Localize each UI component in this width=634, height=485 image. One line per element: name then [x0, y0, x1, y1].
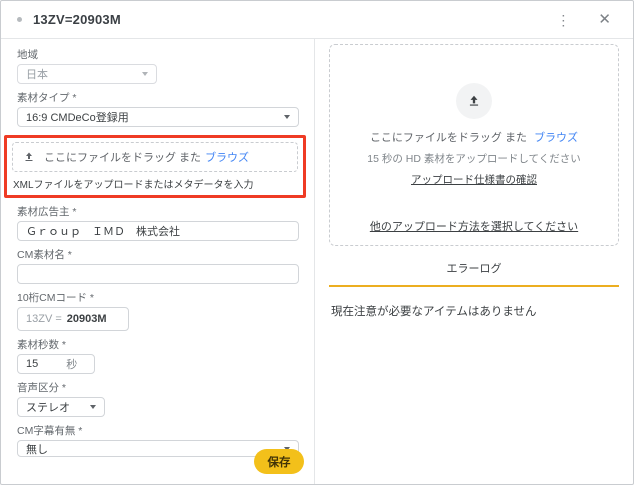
upload-icon — [467, 94, 481, 108]
xml-file-dropzone[interactable]: ここにファイルをドラッグ また ブラウズ — [12, 142, 298, 172]
region-select[interactable]: 日本 — [17, 64, 157, 84]
duration-input[interactable]: 15 秒 — [17, 354, 95, 374]
chevron-down-icon — [142, 72, 148, 76]
audio-value: ステレオ — [26, 399, 70, 415]
alt-upload-method-link[interactable]: 他のアップロード方法を選択してください — [370, 218, 578, 234]
media-upload-panel: ここにファイルをドラッグ また ブラウズ 15 秒の HD 素材をアップロードし… — [315, 39, 633, 485]
region-value: 日本 — [26, 66, 48, 82]
upload-icon — [23, 151, 35, 163]
field-advertiser: 素材広告主 * Ｇｒｏｕｐ ＩＭＤ 株式会社 — [17, 206, 298, 241]
material-type-label: 素材タイプ * — [17, 92, 298, 104]
close-icon[interactable]: ✕ — [592, 8, 617, 31]
media-browse-link[interactable]: ブラウズ — [534, 132, 578, 144]
media-file-dropzone[interactable]: ここにファイルをドラッグ また ブラウズ 15 秒の HD 素材をアップロードし… — [329, 44, 619, 246]
cm-name-input[interactable] — [17, 264, 299, 284]
advertiser-value: Ｇｒｏｕｐ ＩＭＤ 株式会社 — [26, 223, 180, 239]
cm-code-label: 10桁CMコード * — [17, 292, 298, 304]
advertiser-input[interactable]: Ｇｒｏｕｐ ＩＭＤ 株式会社 — [17, 221, 299, 241]
field-audio: 音声区分 * ステレオ — [17, 382, 298, 417]
material-type-select[interactable]: 16:9 CMDeCo登録用 — [17, 107, 299, 127]
dialog-body: 地域 日本 素材タイプ * 16:9 CMDeCo登録用 — [1, 39, 633, 485]
upload-circle — [456, 83, 492, 119]
xml-browse-link[interactable]: ブラウズ — [205, 149, 249, 165]
chevron-down-icon — [284, 115, 290, 119]
audio-select[interactable]: ステレオ — [17, 397, 105, 417]
xml-upload-highlight: ここにファイルをドラッグ また ブラウズ XMLファイルをアップロードまたはメタ… — [4, 135, 306, 198]
tab-error-log[interactable]: エラーログ — [329, 256, 619, 287]
field-duration: 素材秒数 * 15 秒 — [17, 339, 298, 374]
duration-value: 15 — [26, 358, 38, 370]
subtitle-label: CM字幕有無 * — [17, 425, 298, 437]
dialog-title: 13ZV=20903M — [33, 12, 121, 27]
metadata-form: 地域 日本 素材タイプ * 16:9 CMDeCo登録用 — [1, 39, 315, 485]
dialog-header: 13ZV=20903M ⋮ ✕ — [1, 1, 633, 39]
cm-code-value: 20903M — [67, 313, 107, 325]
media-upload-hint: 15 秒の HD 素材をアップロードしてください — [367, 151, 580, 166]
status-dot-icon — [17, 17, 22, 22]
chevron-down-icon — [90, 405, 96, 409]
kebab-menu-icon[interactable]: ⋮ — [550, 9, 576, 31]
media-drop-text-main: ここにファイルをドラッグ また — [370, 132, 527, 144]
duration-label: 素材秒数 * — [17, 339, 298, 351]
region-label: 地域 — [17, 49, 298, 61]
error-log-empty-message: 現在注意が必要なアイテムはありません — [329, 303, 619, 319]
field-region: 地域 日本 — [17, 49, 298, 84]
xml-drop-text: ここにファイルをドラッグ また — [44, 149, 201, 165]
material-type-value: 16:9 CMDeCo登録用 — [26, 109, 129, 125]
save-button[interactable]: 保存 — [254, 449, 304, 474]
cm-name-label: CM素材名 * — [17, 249, 298, 261]
field-material-type: 素材タイプ * 16:9 CMDeCo登録用 — [17, 92, 298, 127]
cm-code-input[interactable]: 13ZV = 20903M — [17, 307, 129, 331]
media-drop-text: ここにファイルをドラッグ また ブラウズ — [370, 129, 578, 145]
xml-dropzone-caption: XMLファイルをアップロードまたはメタデータを入力 — [13, 176, 298, 191]
duration-unit: 秒 — [66, 356, 77, 372]
field-cm-code: 10桁CMコード * 13ZV = 20903M — [17, 292, 298, 331]
cm-code-prefix: 13ZV = — [26, 313, 62, 325]
advertiser-label: 素材広告主 * — [17, 206, 298, 218]
subtitle-value: 無し — [26, 441, 48, 457]
field-cm-name: CM素材名 * — [17, 249, 298, 284]
audio-label: 音声区分 * — [17, 382, 298, 394]
upload-material-dialog: 13ZV=20903M ⋮ ✕ 地域 日本 素材タイプ * 16:9 CMDeC… — [0, 0, 634, 485]
field-subtitle: CM字幕有無 * 無し — [17, 425, 298, 457]
upload-spec-link[interactable]: アップロード仕様書の確認 — [411, 172, 537, 187]
